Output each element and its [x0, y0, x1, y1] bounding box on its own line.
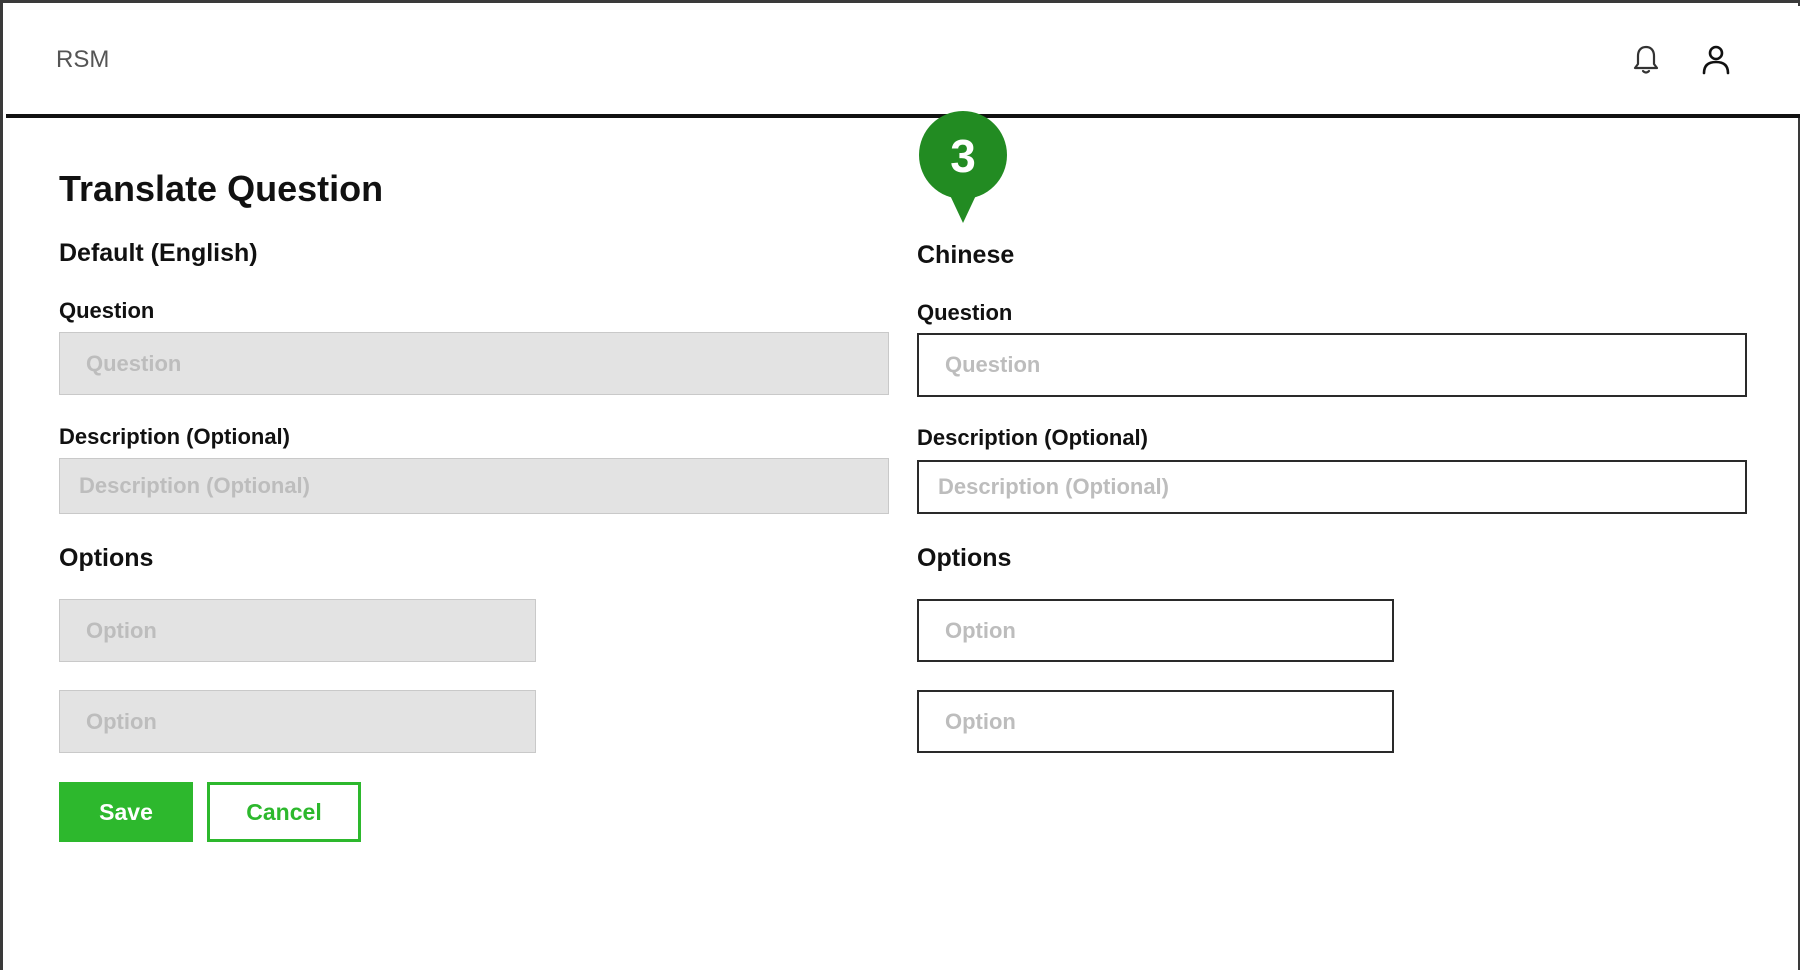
step-marker: 3 [918, 111, 1008, 225]
save-button[interactable]: Save [59, 782, 193, 842]
translation-option-input[interactable] [917, 599, 1394, 662]
translation-options-heading: Options [917, 544, 1012, 572]
translation-language-heading: Chinese [917, 241, 1015, 269]
page-title: Translate Question [59, 168, 384, 209]
default-language-heading: Default (English) [59, 239, 258, 267]
bell-icon[interactable] [1628, 42, 1664, 78]
default-description-input [59, 458, 889, 514]
top-bar: RSM [6, 6, 1800, 118]
app-title: RSM [56, 46, 110, 73]
user-icon[interactable] [1698, 42, 1734, 78]
default-option-input [59, 690, 536, 753]
default-option-input [59, 599, 536, 662]
translation-question-input[interactable] [917, 333, 1747, 397]
translation-question-label: Question [917, 300, 1013, 325]
app-window: RSM 3 Translate Question Default (Englis… [0, 0, 1800, 970]
cancel-button[interactable]: Cancel [207, 782, 361, 842]
step-marker-pin-icon: 3 [919, 111, 1007, 223]
default-question-input [59, 332, 889, 395]
default-options-heading: Options [59, 544, 154, 572]
default-question-label: Question [59, 298, 155, 323]
translation-description-input[interactable] [917, 460, 1747, 514]
translation-option-input[interactable] [917, 690, 1394, 753]
default-description-label: Description (Optional) [59, 424, 290, 449]
translation-description-label: Description (Optional) [917, 425, 1148, 450]
step-number: 3 [950, 130, 976, 182]
